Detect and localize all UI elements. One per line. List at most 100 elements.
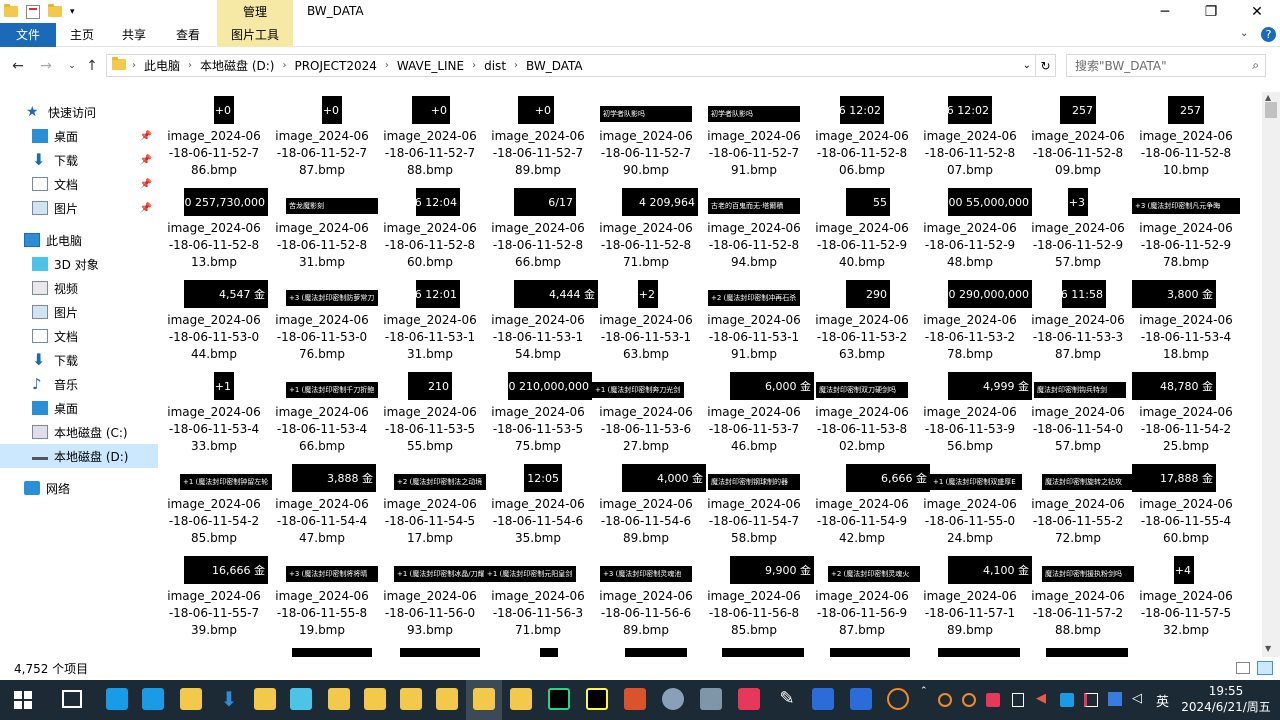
- folder-icon[interactable]: [473, 688, 495, 710]
- pen-icon[interactable]: ✎: [776, 688, 798, 710]
- breadcrumb-dist[interactable]: dist: [478, 59, 512, 73]
- file-tile[interactable]: +0 image_2024-06 -18-06-11-52-7 87.bmp: [268, 92, 376, 184]
- file-tile[interactable]: 257 image_2024-06 -18-06-11-52-8 09.bmp: [1024, 92, 1132, 184]
- file-tile[interactable]: 257 image_2024-06 -18-06-11-52-8 10.bmp: [1132, 92, 1240, 184]
- file-tile[interactable]: 16,666 金 image_2024-06 -18-06-11-55-7 39.bm…: [160, 552, 268, 644]
- folder-icon[interactable]: [510, 688, 532, 710]
- folder-icon[interactable]: [400, 688, 422, 710]
- file-tile[interactable]: 魔法封印密制钢球制的器 image_2024-06 -18-06-11-54-7 58…: [700, 460, 808, 552]
- file-tile[interactable]: 000 290,000,000 image_2024-06-18-06-11-53…: [916, 276, 1032, 368]
- nav-network[interactable]: 网络: [0, 476, 158, 500]
- file-tile[interactable]: 17,888 金 image_2024-06 -18-06-11-55-4 60.bm…: [1132, 460, 1240, 552]
- address-dropdown-icon[interactable]: ⌄: [1023, 60, 1035, 71]
- app-icon-1[interactable]: [106, 688, 128, 710]
- properties-icon[interactable]: [26, 4, 40, 19]
- chevron-right-icon[interactable]: ›: [470, 60, 478, 71]
- new-folder-icon[interactable]: [48, 4, 62, 17]
- nav-documents[interactable]: 文档: [0, 324, 158, 348]
- file-tile[interactable]: +3 (魔法封印密制凡元争晦 image_2024-06 -18-06-11-52-…: [1132, 184, 1240, 276]
- context-tab-manage[interactable]: 管理: [217, 0, 293, 23]
- file-tile[interactable]: 魔法封印密制钩兵特剑 image_2024-06 -18-06-11-54-0 57.…: [1024, 368, 1132, 460]
- file-tile[interactable]: +1 (魔法封印密制钟留左轮 image_2024-06 -18-06-11-54-…: [160, 460, 272, 552]
- folder-icon[interactable]: [180, 688, 202, 710]
- breadcrumb-drive-d[interactable]: 本地磁盘 (D:): [194, 57, 280, 74]
- file-tile[interactable]: 初学者队影吗 image_2024-06 -18-06-11-52-7 91.bmp: [700, 92, 808, 184]
- nav-downloads[interactable]: ⬇ 下载: [0, 348, 158, 372]
- file-tile[interactable]: 4,999 金 image_2024-06 -18-06-11-53-9 56.bmp: [916, 368, 1032, 460]
- cube-3d-icon[interactable]: [290, 688, 312, 710]
- search-input[interactable]: 搜索"BW_DATA" ⌕: [1066, 54, 1266, 77]
- nav-qa-downloads[interactable]: ⬇ 下载 📌: [0, 148, 158, 172]
- file-tile[interactable]: 3,800 金 image_2024-06 -18-06-11-53-4 18.bmp: [1132, 276, 1240, 368]
- file-tile[interactable]: +3 image_2024-06 -18-06-11-52-9 57.bmp: [1024, 184, 1132, 276]
- file-tile[interactable]: 古老的百鬼而无·塔爾積 image_2024-06 -18-06-11-52-8 94…: [700, 184, 808, 276]
- tab-home[interactable]: 主页: [56, 23, 108, 47]
- ime-indicator[interactable]: 英: [1156, 691, 1169, 710]
- address-bar[interactable]: › 此电脑 › 本地磁盘 (D:) › PROJECT2024 › WAVE_LINE…: [106, 54, 1036, 77]
- file-tile[interactable]: 48,780 金 image_2024-06 -18-06-11-54-2 25.bm…: [1132, 368, 1240, 460]
- folder-icon[interactable]: [436, 688, 458, 710]
- pycharm-icon[interactable]: [586, 688, 608, 710]
- file-tile[interactable]: 290 image_2024-06 -18-06-11-53-2 63.bmp: [808, 276, 916, 368]
- tab-file[interactable]: 文件: [0, 23, 56, 47]
- breadcrumb-this-pc[interactable]: 此电脑: [138, 57, 186, 74]
- breadcrumb-bw-data[interactable]: BW_DATA: [520, 59, 589, 73]
- file-tile[interactable]: +0 image_2024-06 -18-06-11-52-7 88.bmp: [376, 92, 484, 184]
- nav-qa-pictures[interactable]: 图片 📌: [0, 196, 158, 220]
- file-tile[interactable]: 3,888 金 image_2024-06 -18-06-11-54-4 47.bmp: [268, 460, 376, 552]
- volume-muted-icon[interactable]: ◀: [1036, 691, 1046, 706]
- app-icon-3[interactable]: [624, 688, 646, 710]
- tray-icon-4[interactable]: [1012, 693, 1024, 707]
- help-icon[interactable]: ?: [1261, 27, 1276, 42]
- file-tile[interactable]: 210 image_2024-06 -18-06-11-53-5 55.bmp: [376, 368, 484, 460]
- nav-drive-d[interactable]: 本地磁盘 (D:): [0, 444, 158, 468]
- tab-picture-tools[interactable]: 图片工具: [217, 23, 293, 47]
- file-tile[interactable]: 2024/06 12:02 image_2024-06-18-06-11-52-8…: [808, 92, 916, 184]
- chevron-right-icon[interactable]: ›: [280, 60, 288, 71]
- folder-icon[interactable]: [254, 688, 276, 710]
- minimize-button[interactable]: ─: [1142, 0, 1188, 23]
- tab-share[interactable]: 共享: [108, 23, 160, 47]
- folder-icon[interactable]: [328, 688, 350, 710]
- file-tile[interactable]: 4,100 金 image_2024-06 -18-06-11-57-1 89.bmp: [916, 552, 1032, 644]
- file-tile[interactable]: +3 (魔法封印密制灵魂池 image_2024-06 -18-06-11-56-6…: [592, 552, 700, 644]
- paint-icon[interactable]: [662, 688, 684, 710]
- tray-icon-7[interactable]: [1108, 692, 1122, 706]
- nav-music[interactable]: ♪ 音乐: [0, 372, 158, 396]
- restore-button[interactable]: ❐: [1188, 0, 1234, 23]
- nav-qa-documents[interactable]: 文档 📌: [0, 172, 158, 196]
- tray-icon-5[interactable]: [1060, 693, 1074, 707]
- large-icons-view-icon[interactable]: [1257, 661, 1273, 675]
- customize-qat-icon[interactable]: ▾: [70, 7, 75, 17]
- chevron-right-icon[interactable]: ›: [383, 60, 391, 71]
- file-tile[interactable]: 2024/06 12:05 image_2024-06-18-06-11-54-6…: [484, 460, 592, 552]
- chevron-up-icon[interactable]: ⌃: [920, 686, 928, 696]
- file-tile[interactable]: 魔法封印密制援执粉剑吗 image_2024-06 -18-06-11-57-2 88…: [1024, 552, 1134, 644]
- file-tile[interactable]: 000 210,000,000 image_2024-06-18-06-11-53…: [484, 368, 592, 460]
- tray-icon-1[interactable]: [938, 693, 952, 707]
- pycharm-icon[interactable]: [548, 688, 570, 710]
- back-arrow-icon[interactable]: ←: [8, 56, 28, 76]
- file-tile[interactable]: +2 (魔法封印密制灵魂火 image_2024-06 -18-06-11-56-9…: [808, 552, 920, 644]
- file-tile[interactable]: 000 55,000,000 image_2024-06 -18-06-11-52-…: [916, 184, 1032, 276]
- download-icon[interactable]: ⬇: [218, 688, 240, 710]
- app-icon-6[interactable]: [887, 688, 909, 710]
- file-tile[interactable]: +2 (魔法封印密制法之动境 image_2024-06 -18-06-11-54-…: [376, 460, 486, 552]
- details-view-icon[interactable]: [1236, 662, 1250, 674]
- file-tile[interactable]: 6,000 金 image_2024-06 -18-06-11-53-7 46.bmp: [700, 368, 814, 460]
- tray-icon-6[interactable]: [1084, 693, 1098, 707]
- nav-qa-desktop[interactable]: 桌面 📌: [0, 124, 158, 148]
- tray-icon-2[interactable]: [962, 693, 976, 707]
- file-tile[interactable]: 2024/06 12:01 image_2024-06-18-06-11-53-1…: [376, 276, 484, 368]
- nav-videos[interactable]: 视频: [0, 276, 158, 300]
- forward-arrow-icon[interactable]: →: [36, 56, 56, 76]
- file-tile[interactable]: 2024/06 12:04 image_2024-06-18-06-11-52-8…: [376, 184, 484, 276]
- windows-start-icon[interactable]: [14, 691, 32, 709]
- file-tile[interactable]: 9,900 金 image_2024-06 -18-06-11-56-8 85.bmp: [700, 552, 814, 644]
- nav-pictures[interactable]: 图片: [0, 300, 158, 324]
- file-tile[interactable]: +0 image_2024-06 -18-06-11-52-7 89.bmp: [484, 92, 592, 184]
- file-tile[interactable]: 000 257,730,000 image_2024-06-18-06-11-52…: [160, 184, 268, 276]
- scroll-down-icon[interactable]: ▼: [1265, 644, 1271, 653]
- file-tile[interactable]: 6/17 image_2024-06 -18-06-11-52-8 66.bmp: [484, 184, 592, 276]
- nav-desktop[interactable]: 桌面: [0, 396, 158, 420]
